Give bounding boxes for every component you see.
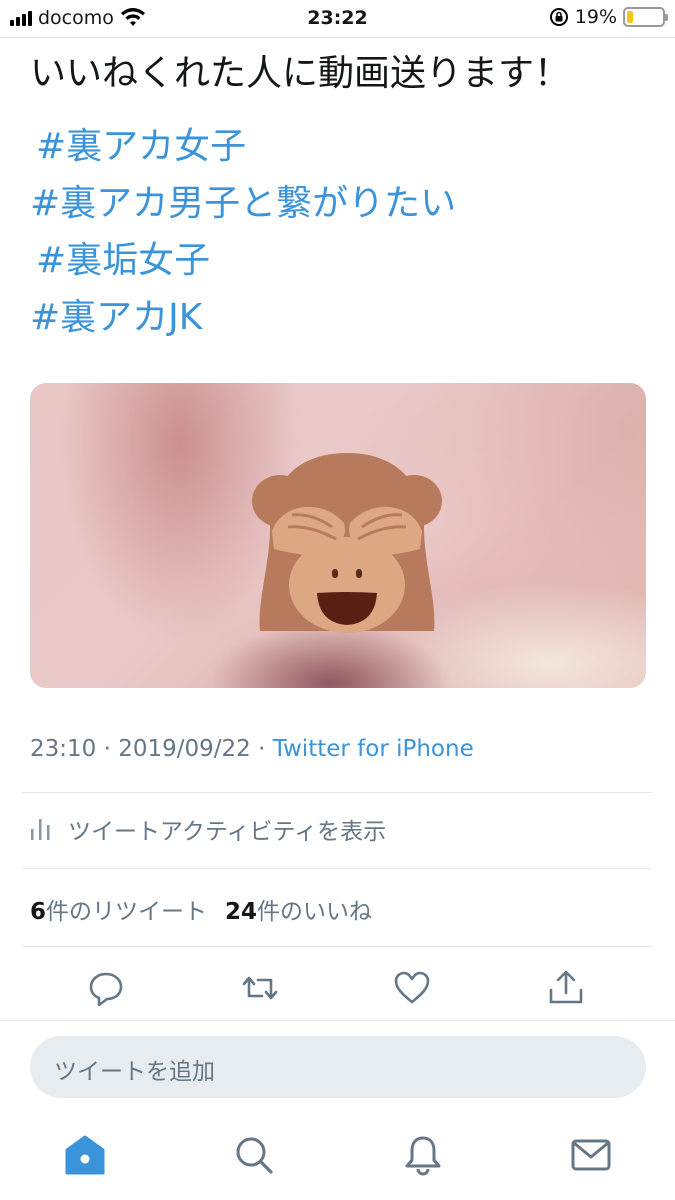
retweet-icon[interactable] xyxy=(240,968,280,1008)
hashtag-list: #裏アカ女子 #裏アカ男子と繋がりたい #裏垢女子 #裏アカJK xyxy=(30,118,650,346)
see-no-evil-monkey-icon xyxy=(252,453,442,633)
reply-icon[interactable] xyxy=(86,968,126,1008)
like-count-link[interactable]: 24件のいいね xyxy=(225,892,372,926)
view-activity-label: ツイートアクティビティを表示 xyxy=(68,819,387,845)
search-icon[interactable] xyxy=(233,1134,275,1176)
tab-bar xyxy=(0,1118,675,1200)
battery-icon xyxy=(623,7,668,27)
messages-icon[interactable] xyxy=(570,1134,612,1176)
hashtag-link[interactable]: #裏垢女子 xyxy=(30,232,650,289)
engagement-counts: 6件のリツイート 24件のいいね xyxy=(30,892,372,926)
retweet-count: 6 xyxy=(30,899,47,925)
orientation-lock-icon xyxy=(549,8,568,26)
home-icon[interactable] xyxy=(64,1134,106,1176)
like-icon[interactable] xyxy=(392,968,432,1008)
retweet-count-link[interactable]: 6件のリツイート xyxy=(30,892,207,926)
hashtag-link[interactable]: #裏アカ男子と繋がりたい xyxy=(30,175,650,232)
notifications-icon[interactable] xyxy=(402,1134,444,1176)
battery-fill xyxy=(627,11,633,23)
hashtag-link[interactable]: #裏アカ女子 xyxy=(30,118,650,175)
retweet-count-label: 件のリツイート xyxy=(46,899,208,925)
tweet-text: いいねくれた人に動画送ります！ xyxy=(30,53,571,94)
divider xyxy=(22,868,652,869)
view-activity-button[interactable]: ツイートアクティビティを表示 xyxy=(30,812,386,846)
like-count-label: 件のいいね xyxy=(257,899,373,925)
tweet-date: 2019/09/22 xyxy=(118,736,251,762)
like-count: 24 xyxy=(225,899,258,925)
tweet-body: いいねくれた人に動画送ります！ xyxy=(30,52,650,96)
share-icon[interactable] xyxy=(546,968,586,1008)
tweet-actions xyxy=(0,962,675,1018)
divider xyxy=(22,792,652,793)
tweet-meta: 23:10 · 2019/09/22 · Twitter for iPhone xyxy=(30,736,474,762)
reply-placeholder: ツイートを追加 xyxy=(54,1059,215,1085)
reply-input[interactable]: ツイートを追加 xyxy=(30,1036,646,1098)
divider xyxy=(0,1020,675,1021)
meta-separator: · xyxy=(103,736,111,762)
hashtag-link[interactable]: #裏アカJK xyxy=(30,289,650,346)
divider xyxy=(22,946,652,947)
status-bar: docomo 23:22 19% xyxy=(0,0,675,38)
meta-separator: · xyxy=(258,736,266,762)
tweet-time: 23:10 xyxy=(30,736,97,762)
tweet-media[interactable] xyxy=(30,383,646,688)
status-right: 19% xyxy=(549,6,668,28)
battery-percent: 19% xyxy=(574,6,617,28)
bar-chart-icon xyxy=(31,819,50,840)
tweet-source-link[interactable]: Twitter for iPhone xyxy=(273,736,474,762)
